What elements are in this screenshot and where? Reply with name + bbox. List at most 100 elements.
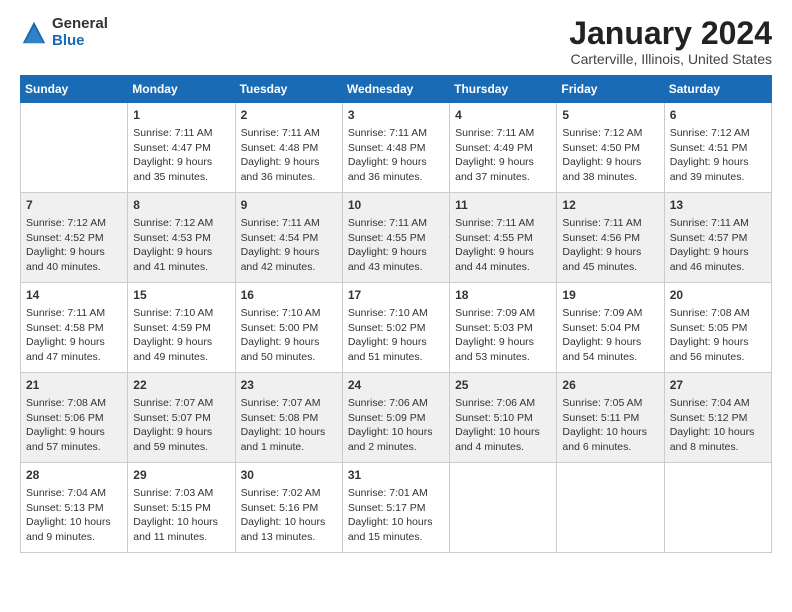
day-number: 26 [562,377,658,394]
header-day-thursday: Thursday [450,76,557,103]
day-number: 19 [562,287,658,304]
day-number: 7 [26,197,122,214]
calendar-cell: 18 Sunrise: 7:09 AM Sunset: 5:03 PM Dayli… [450,283,557,373]
week-row-1: 1Sunrise: 7:11 AM Sunset: 4:47 PM Daylig… [21,103,772,193]
day-number: 11 [455,197,551,214]
day-info: Sunrise: 7:07 AM Sunset: 5:07 PM Dayligh… [133,396,229,455]
day-info: Sunrise: 7:03 AM Sunset: 5:15 PM Dayligh… [133,486,229,545]
calendar-cell [450,463,557,553]
day-info: Sunrise: 7:08 AM Sunset: 5:06 PM Dayligh… [26,396,122,455]
day-info: Sunrise: 7:02 AM Sunset: 5:16 PM Dayligh… [241,486,337,545]
calendar-cell: 13Sunrise: 7:11 AM Sunset: 4:57 PM Dayli… [664,193,771,283]
calendar-cell: 6Sunrise: 7:12 AM Sunset: 4:51 PM Daylig… [664,103,771,193]
day-number: 21 [26,377,122,394]
header-day-saturday: Saturday [664,76,771,103]
day-number: 2 [241,107,337,124]
day-info: Sunrise: 7:12 AM Sunset: 4:53 PM Dayligh… [133,216,229,275]
day-number: 8 [133,197,229,214]
logo-text: General Blue [52,16,108,49]
calendar-cell: 31Sunrise: 7:01 AM Sunset: 5:17 PM Dayli… [342,463,449,553]
day-info: Sunrise: 7:08 AM Sunset: 5:05 PM Dayligh… [670,306,766,365]
day-info: Sunrise: 7:09 AM Sunset: 5:03 PM Dayligh… [455,306,551,365]
day-info: Sunrise: 7:06 AM Sunset: 5:09 PM Dayligh… [348,396,444,455]
day-info: Sunrise: 7:11 AM Sunset: 4:49 PM Dayligh… [455,126,551,185]
logo: General Blue [20,16,108,49]
day-info: Sunrise: 7:05 AM Sunset: 5:11 PM Dayligh… [562,396,658,455]
day-number: 3 [348,107,444,124]
week-row-3: 14Sunrise: 7:11 AM Sunset: 4:58 PM Dayli… [21,283,772,373]
day-info: Sunrise: 7:11 AM Sunset: 4:57 PM Dayligh… [670,216,766,275]
calendar-cell [664,463,771,553]
week-row-5: 28Sunrise: 7:04 AM Sunset: 5:13 PM Dayli… [21,463,772,553]
calendar-cell: 7 Sunrise: 7:12 AM Sunset: 4:52 PM Daylig… [21,193,128,283]
calendar-cell: 2 Sunrise: 7:11 AM Sunset: 4:48 PM Daylig… [235,103,342,193]
calendar-cell: 9 Sunrise: 7:11 AM Sunset: 4:54 PM Daylig… [235,193,342,283]
calendar-cell: 19 Sunrise: 7:09 AM Sunset: 5:04 PM Dayli… [557,283,664,373]
calendar-cell: 27 Sunrise: 7:04 AM Sunset: 5:12 PM Dayli… [664,373,771,463]
day-info: Sunrise: 7:06 AM Sunset: 5:10 PM Dayligh… [455,396,551,455]
logo-general-text: General [52,16,108,33]
day-number: 18 [455,287,551,304]
day-info: Sunrise: 7:04 AM Sunset: 5:12 PM Dayligh… [670,396,766,455]
calendar-cell: 8 Sunrise: 7:12 AM Sunset: 4:53 PM Daylig… [128,193,235,283]
day-number: 5 [562,107,658,124]
calendar-cell: 29 Sunrise: 7:03 AM Sunset: 5:15 PM Dayli… [128,463,235,553]
calendar-cell: 22 Sunrise: 7:07 AM Sunset: 5:07 PM Dayli… [128,373,235,463]
day-number: 12 [562,197,658,214]
day-info: Sunrise: 7:11 AM Sunset: 4:48 PM Dayligh… [241,126,337,185]
day-number: 14 [26,287,122,304]
day-number: 17 [348,287,444,304]
calendar-cell: 11 Sunrise: 7:11 AM Sunset: 4:55 PM Dayli… [450,193,557,283]
page-header: General Blue January 2024 Carterville, I… [20,16,772,67]
day-info: Sunrise: 7:11 AM Sunset: 4:48 PM Dayligh… [348,126,444,185]
day-info: Sunrise: 7:11 AM Sunset: 4:54 PM Dayligh… [241,216,337,275]
day-info: Sunrise: 7:10 AM Sunset: 4:59 PM Dayligh… [133,306,229,365]
week-row-2: 7 Sunrise: 7:12 AM Sunset: 4:52 PM Daylig… [21,193,772,283]
day-number: 10 [348,197,444,214]
day-info: Sunrise: 7:12 AM Sunset: 4:50 PM Dayligh… [562,126,658,185]
day-number: 15 [133,287,229,304]
day-info: Sunrise: 7:09 AM Sunset: 5:04 PM Dayligh… [562,306,658,365]
header-day-monday: Monday [128,76,235,103]
day-info: Sunrise: 7:12 AM Sunset: 4:51 PM Dayligh… [670,126,766,185]
day-info: Sunrise: 7:10 AM Sunset: 5:02 PM Dayligh… [348,306,444,365]
day-number: 4 [455,107,551,124]
calendar-cell: 20Sunrise: 7:08 AM Sunset: 5:05 PM Dayli… [664,283,771,373]
calendar-header-row: SundayMondayTuesdayWednesdayThursdayFrid… [21,76,772,103]
day-number: 25 [455,377,551,394]
header-day-tuesday: Tuesday [235,76,342,103]
calendar-cell: 1Sunrise: 7:11 AM Sunset: 4:47 PM Daylig… [128,103,235,193]
calendar-cell: 14Sunrise: 7:11 AM Sunset: 4:58 PM Dayli… [21,283,128,373]
day-number: 9 [241,197,337,214]
location-subtitle: Carterville, Illinois, United States [569,51,772,67]
day-info: Sunrise: 7:11 AM Sunset: 4:56 PM Dayligh… [562,216,658,275]
day-info: Sunrise: 7:10 AM Sunset: 5:00 PM Dayligh… [241,306,337,365]
calendar-cell: 17 Sunrise: 7:10 AM Sunset: 5:02 PM Dayli… [342,283,449,373]
day-info: Sunrise: 7:11 AM Sunset: 4:55 PM Dayligh… [455,216,551,275]
calendar-cell: 21 Sunrise: 7:08 AM Sunset: 5:06 PM Dayli… [21,373,128,463]
day-info: Sunrise: 7:01 AM Sunset: 5:17 PM Dayligh… [348,486,444,545]
calendar-cell: 12 Sunrise: 7:11 AM Sunset: 4:56 PM Dayli… [557,193,664,283]
calendar-cell: 15 Sunrise: 7:10 AM Sunset: 4:59 PM Dayli… [128,283,235,373]
header-day-sunday: Sunday [21,76,128,103]
calendar-table: SundayMondayTuesdayWednesdayThursdayFrid… [20,75,772,553]
header-day-wednesday: Wednesday [342,76,449,103]
month-title: January 2024 [569,16,772,51]
title-block: January 2024 Carterville, Illinois, Unit… [569,16,772,67]
header-day-friday: Friday [557,76,664,103]
day-number: 16 [241,287,337,304]
calendar-cell: 28Sunrise: 7:04 AM Sunset: 5:13 PM Dayli… [21,463,128,553]
day-number: 24 [348,377,444,394]
day-number: 27 [670,377,766,394]
day-number: 29 [133,467,229,484]
calendar-cell: 4 Sunrise: 7:11 AM Sunset: 4:49 PM Daylig… [450,103,557,193]
calendar-cell: 26 Sunrise: 7:05 AM Sunset: 5:11 PM Dayli… [557,373,664,463]
calendar-cell: 10Sunrise: 7:11 AM Sunset: 4:55 PM Dayli… [342,193,449,283]
day-info: Sunrise: 7:12 AM Sunset: 4:52 PM Dayligh… [26,216,122,275]
calendar-cell: 3 Sunrise: 7:11 AM Sunset: 4:48 PM Daylig… [342,103,449,193]
day-info: Sunrise: 7:04 AM Sunset: 5:13 PM Dayligh… [26,486,122,545]
day-number: 22 [133,377,229,394]
day-info: Sunrise: 7:07 AM Sunset: 5:08 PM Dayligh… [241,396,337,455]
calendar-cell: 23Sunrise: 7:07 AM Sunset: 5:08 PM Dayli… [235,373,342,463]
day-number: 30 [241,467,337,484]
